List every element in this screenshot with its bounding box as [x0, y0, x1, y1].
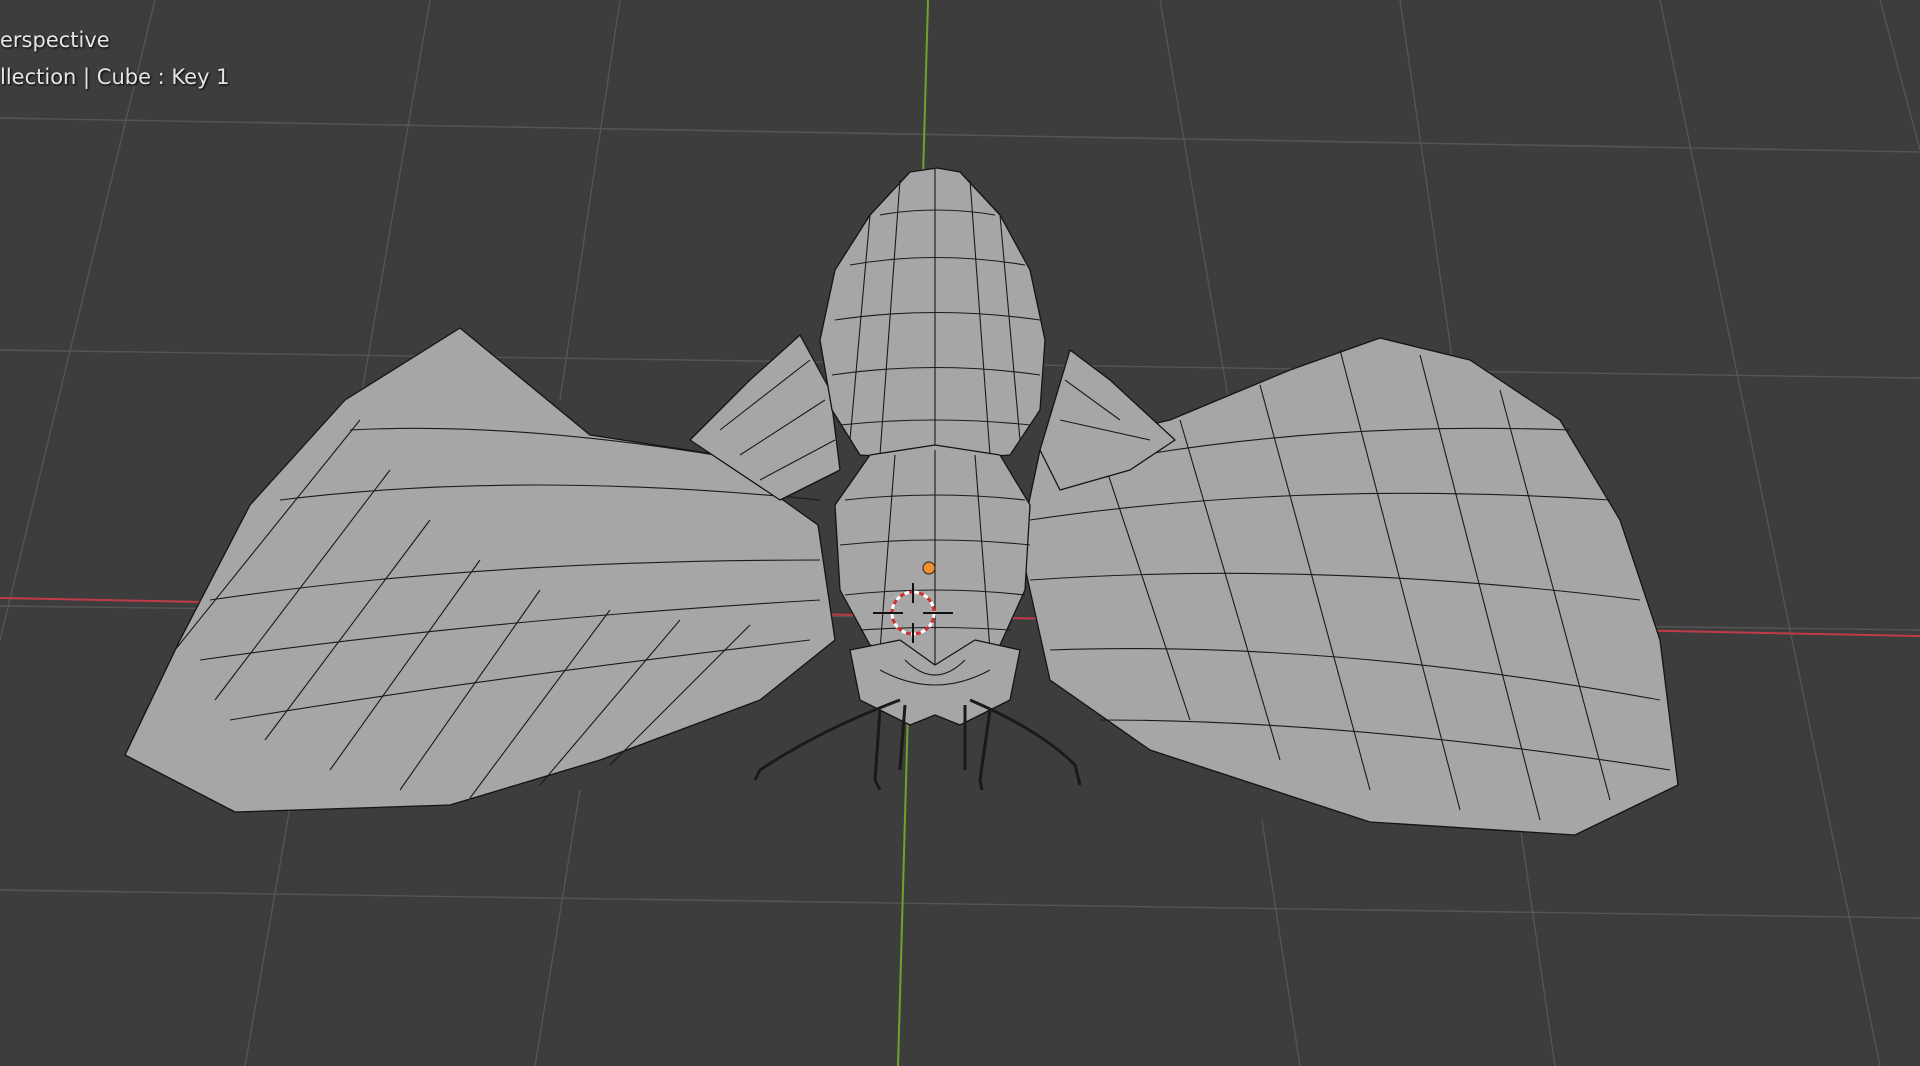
3d-viewport[interactable]: erspective llection | Cube : Key 1	[0, 0, 1920, 1066]
moth-abdomen	[819, 167, 1046, 461]
moth-thorax[interactable]	[834, 444, 1031, 666]
viewport-scene[interactable]	[0, 0, 1920, 1066]
view-name-label: erspective	[0, 28, 110, 52]
origin-dot-icon[interactable]	[922, 561, 936, 575]
collection-info-label: llection | Cube : Key 1	[0, 65, 230, 89]
